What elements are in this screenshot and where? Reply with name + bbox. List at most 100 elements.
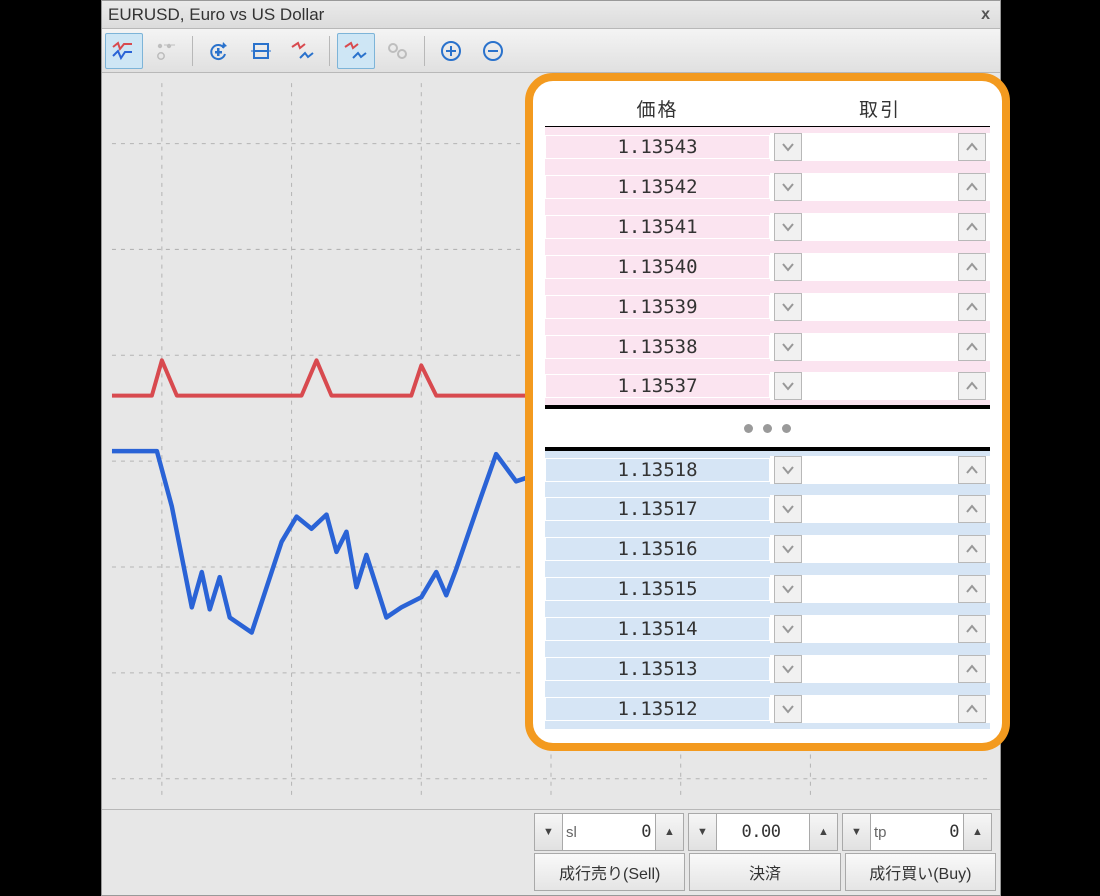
sl-value[interactable]: 0 (580, 822, 655, 842)
dom-row-bid: 1.13517 (545, 489, 990, 529)
dom-row-bid: 1.13514 (545, 609, 990, 649)
ellipsis-icon (744, 424, 753, 433)
sell-at-price-button[interactable] (774, 372, 802, 400)
ellipsis-icon (763, 424, 772, 433)
dom-row-bid: 1.13513 (545, 649, 990, 689)
dom-price: 1.13513 (545, 657, 770, 681)
dom-row-ask: 1.13539 (545, 287, 990, 327)
dom-row-bid: 1.13518 (545, 449, 990, 489)
lots-increment-button[interactable]: ▲ (809, 814, 837, 850)
dom-row-bid: 1.13516 (545, 529, 990, 569)
dom-trade-cell (770, 535, 990, 563)
dom-header-price: 価格 (545, 91, 770, 126)
order-panel-left (102, 810, 530, 895)
dom-row-ask: 1.13542 (545, 167, 990, 207)
tp-increment-button[interactable]: ▲ (963, 814, 991, 850)
sell-at-price-button[interactable] (774, 695, 802, 723)
buy-at-price-button[interactable] (958, 372, 986, 400)
buy-at-price-button[interactable] (958, 495, 986, 523)
tp-decrement-button[interactable]: ▼ (843, 814, 871, 850)
dom-price: 1.13538 (545, 335, 770, 359)
dom-trade-cell (770, 615, 990, 643)
dom-price: 1.13541 (545, 215, 770, 239)
dom-trade-cell (770, 333, 990, 361)
window-title: EURUSD, Euro vs US Dollar (108, 5, 977, 25)
dom-panel: 価格 取引 1.135431.135421.135411.135401.1353… (525, 73, 1010, 751)
dom-price: 1.13537 (545, 374, 770, 398)
stoploss-spinner: ▼ sl 0 ▲ (534, 813, 684, 851)
sell-at-price-button[interactable] (774, 495, 802, 523)
sl-decrement-button[interactable]: ▼ (535, 814, 563, 850)
dom-trade-cell (770, 456, 990, 484)
separator (192, 36, 193, 66)
spread-indicator-icon[interactable] (284, 33, 322, 69)
dom-trade-cell (770, 655, 990, 683)
sell-at-price-button[interactable] (774, 615, 802, 643)
tp-value[interactable]: 0 (890, 822, 963, 842)
dom-price: 1.13542 (545, 175, 770, 199)
dom-header-trade: 取引 (770, 91, 990, 126)
zoom-out-icon[interactable] (474, 33, 512, 69)
dom-trade-cell (770, 213, 990, 241)
dom-row-bid: 1.13512 (545, 689, 990, 729)
market-sell-button[interactable]: 成行売り(Sell) (534, 853, 685, 891)
buy-at-price-button[interactable] (958, 173, 986, 201)
buy-at-price-button[interactable] (958, 456, 986, 484)
sell-at-price-button[interactable] (774, 173, 802, 201)
dom-row-bid: 1.13515 (545, 569, 990, 609)
sl-label: sl (563, 824, 580, 841)
sell-at-price-button[interactable] (774, 535, 802, 563)
sell-at-price-button[interactable] (774, 575, 802, 603)
dom-row-ask: 1.13538 (545, 327, 990, 367)
dom-trade-cell (770, 173, 990, 201)
sell-at-price-button[interactable] (774, 253, 802, 281)
titlebar: EURUSD, Euro vs US Dollar x (102, 1, 1000, 29)
sl-increment-button[interactable]: ▲ (655, 814, 683, 850)
buy-at-price-button[interactable] (958, 695, 986, 723)
pending-orders-icon[interactable] (379, 33, 417, 69)
dom-price: 1.13515 (545, 577, 770, 601)
chart-mode-icon[interactable] (105, 33, 143, 69)
dom-trade-cell (770, 495, 990, 523)
buy-at-price-button[interactable] (958, 535, 986, 563)
close-position-button[interactable]: 決済 (689, 853, 840, 891)
buy-at-price-button[interactable] (958, 293, 986, 321)
sell-at-price-button[interactable] (774, 213, 802, 241)
lots-decrement-button[interactable]: ▼ (689, 814, 717, 850)
dom-price: 1.13517 (545, 497, 770, 521)
sell-at-price-button[interactable] (774, 655, 802, 683)
close-icon[interactable]: x (977, 6, 994, 24)
zoom-in-icon[interactable] (432, 33, 470, 69)
ellipsis-icon (782, 424, 791, 433)
dom-trade-cell (770, 695, 990, 723)
buy-at-price-button[interactable] (958, 253, 986, 281)
dom-trade-cell (770, 372, 990, 400)
sell-at-price-button[interactable] (774, 333, 802, 361)
dom-price: 1.13543 (545, 135, 770, 159)
dom-trade-cell (770, 253, 990, 281)
order-panel: ▼ sl 0 ▲ ▼ 0.00 ▲ ▼ tp 0 ▲ 成行売り(S (102, 809, 1000, 895)
dom-price: 1.13518 (545, 458, 770, 482)
market-buy-button[interactable]: 成行買い(Buy) (845, 853, 996, 891)
dom-row-ask: 1.13540 (545, 247, 990, 287)
dom-price: 1.13514 (545, 617, 770, 641)
buy-at-price-button[interactable] (958, 133, 986, 161)
dom-row-ask: 1.13537 (545, 367, 990, 407)
sell-at-price-button[interactable] (774, 133, 802, 161)
realtime-ticks-icon[interactable] (337, 33, 375, 69)
tick-mode-icon[interactable] (147, 33, 185, 69)
buy-at-price-button[interactable] (958, 655, 986, 683)
depth-refresh-icon[interactable] (200, 33, 238, 69)
sell-at-price-button[interactable] (774, 456, 802, 484)
depth-centered-icon[interactable] (242, 33, 280, 69)
dom-row-ask: 1.13543 (545, 127, 990, 167)
lots-value[interactable]: 0.00 (717, 822, 809, 842)
dom-row-ask: 1.13541 (545, 207, 990, 247)
toolbar (102, 29, 1000, 73)
buy-at-price-button[interactable] (958, 213, 986, 241)
sell-at-price-button[interactable] (774, 293, 802, 321)
buy-at-price-button[interactable] (958, 615, 986, 643)
tp-label: tp (871, 824, 890, 841)
buy-at-price-button[interactable] (958, 575, 986, 603)
buy-at-price-button[interactable] (958, 333, 986, 361)
